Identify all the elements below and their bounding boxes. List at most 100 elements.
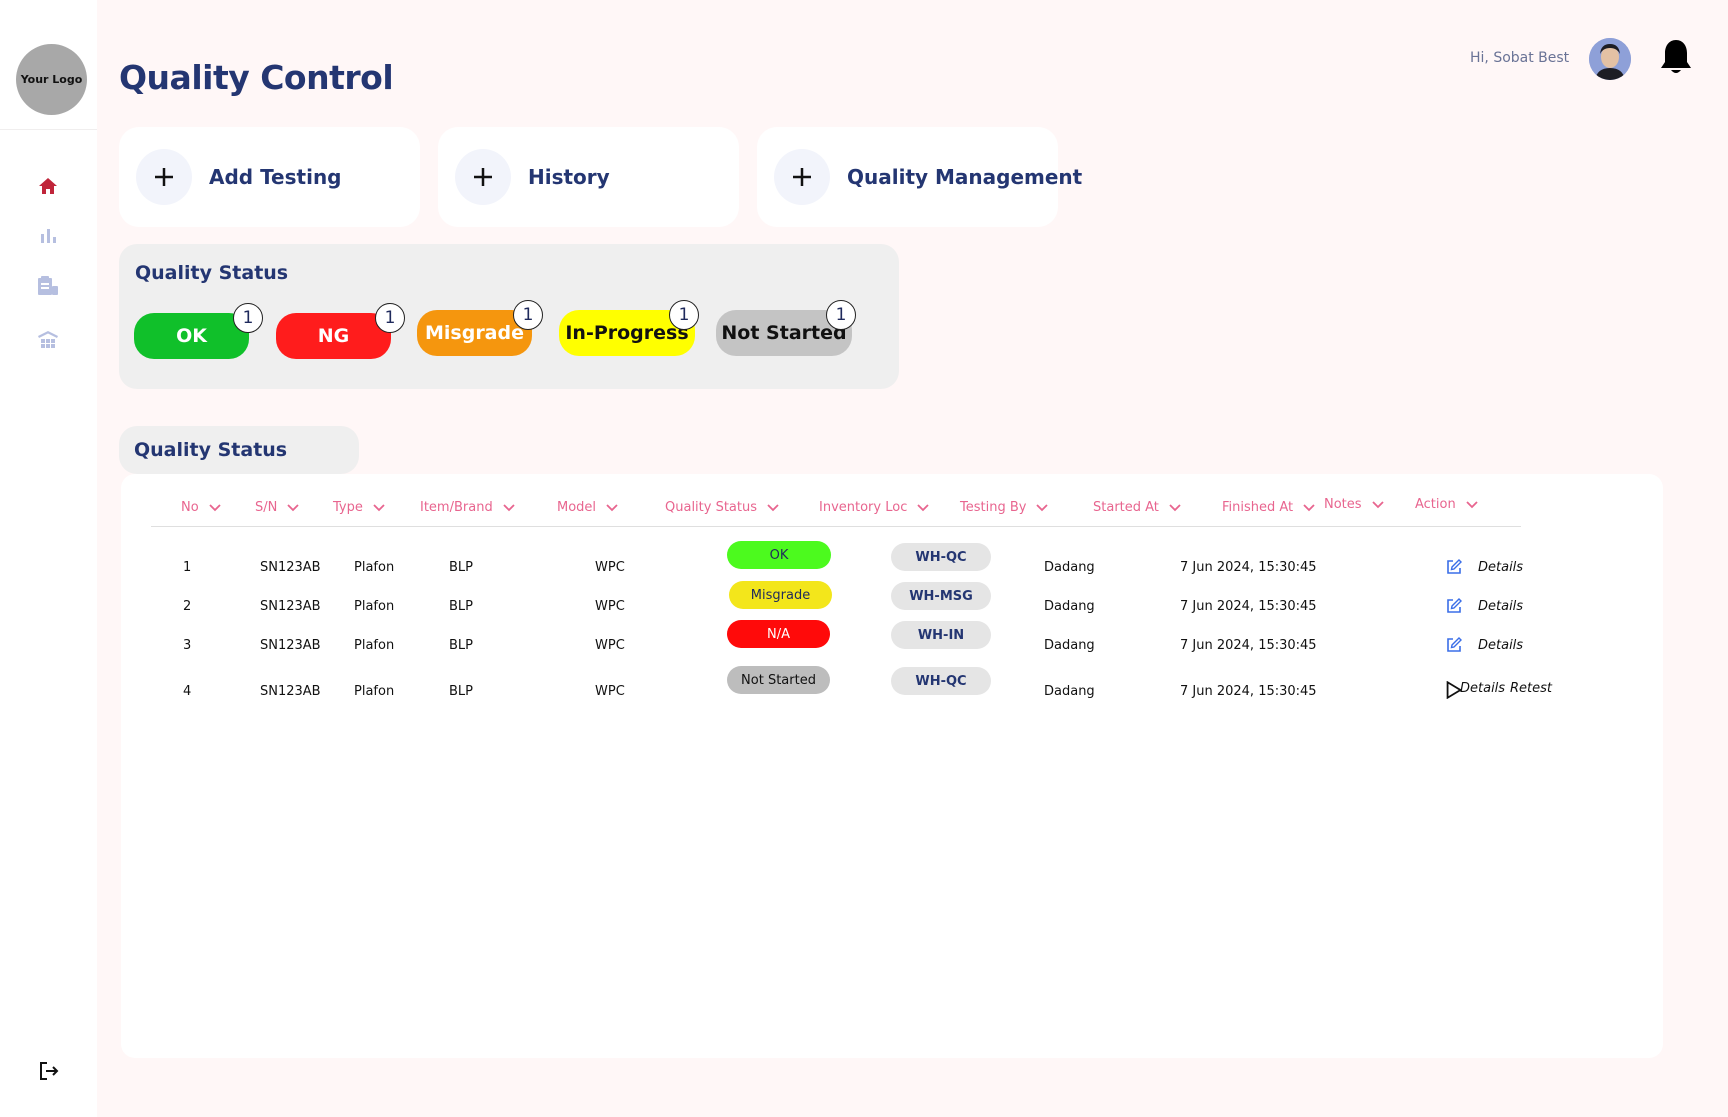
status-badge: Misgrade <box>729 581 832 609</box>
status-badge: N/A <box>727 620 830 648</box>
chevron-down-icon <box>1371 500 1384 508</box>
cell-started-at: 7 Jun 2024, 15:30:45 <box>1180 684 1317 699</box>
column-header-inventory-loc[interactable]: Inventory Loc <box>819 500 929 515</box>
add-testing-label: Add Testing <box>209 165 342 189</box>
inventory-loc-badge: WH-QC <box>891 543 991 571</box>
details-link[interactable]: Details <box>1478 599 1523 614</box>
user-greeting: Hi, Sobat Best <box>1470 50 1570 66</box>
retest-link[interactable]: Retest <box>1510 681 1552 696</box>
panel-title: Quality Status <box>135 262 289 284</box>
cell-type: Plafon <box>354 638 395 653</box>
cell-sn: SN123AB <box>260 560 321 575</box>
edit-icon[interactable] <box>1445 558 1463 576</box>
details-link[interactable]: Details <box>1478 638 1523 653</box>
cell-type: Plafon <box>354 560 395 575</box>
cell-tester: Dadang <box>1044 560 1095 575</box>
sidebar: Your Logo <box>0 0 97 1117</box>
edit-icon[interactable] <box>1445 636 1463 654</box>
plus-icon <box>136 149 192 205</box>
column-label: S/N <box>255 500 278 515</box>
column-header-notes[interactable]: Notes <box>1324 497 1384 512</box>
report-icon[interactable] <box>36 274 60 298</box>
quality-management-label: Quality Management <box>847 165 1083 189</box>
inventory-loc-badge: WH-IN <box>891 621 991 649</box>
chevron-down-icon <box>606 503 618 511</box>
bar-chart-icon[interactable] <box>36 223 60 247</box>
chevron-down-icon <box>503 503 515 511</box>
logout-icon[interactable] <box>38 1060 62 1084</box>
cell-no: 3 <box>183 638 192 653</box>
column-header-model[interactable]: Model <box>557 500 618 515</box>
cell-tester: Dadang <box>1044 638 1095 653</box>
cell-type: Plafon <box>354 684 395 699</box>
inventory-loc-badge: WH-QC <box>891 667 991 695</box>
cell-no: 1 <box>183 560 192 575</box>
avatar[interactable] <box>1589 38 1631 80</box>
column-header-no[interactable]: No <box>181 500 221 515</box>
column-header-item-brand[interactable]: Item/Brand <box>420 500 515 515</box>
column-header-started-at[interactable]: Started At <box>1093 500 1181 515</box>
home-icon[interactable] <box>36 174 60 198</box>
column-header-testing-by[interactable]: Testing By <box>960 500 1049 515</box>
notification-bell-icon[interactable] <box>1658 38 1694 76</box>
quality-table: No S/N Type Item/Brand Model Quality Status In… <box>121 474 1663 1058</box>
page-title: Quality Control <box>119 58 394 97</box>
cell-tester: Dadang <box>1044 684 1095 699</box>
column-label: Item/Brand <box>420 500 493 515</box>
warehouse-icon[interactable] <box>36 328 60 352</box>
status-badge: Not Started <box>727 666 830 694</box>
add-testing-button[interactable]: Add Testing <box>119 127 420 227</box>
column-label: No <box>181 500 199 515</box>
column-header-s-n[interactable]: S/N <box>255 500 299 515</box>
cell-brand: BLP <box>449 638 474 653</box>
table-tab-quality-status[interactable]: Quality Status <box>119 426 359 474</box>
plus-icon <box>455 149 511 205</box>
cell-started-at: 7 Jun 2024, 15:30:45 <box>1180 560 1317 575</box>
column-header-finished-at[interactable]: Finished At <box>1222 500 1315 515</box>
logo: Your Logo <box>16 44 87 115</box>
chevron-down-icon <box>767 503 779 511</box>
chevron-down-icon <box>373 503 385 511</box>
column-label: Model <box>557 500 597 515</box>
count-badge: 1 <box>826 300 856 330</box>
count-badge: 1 <box>513 300 543 330</box>
pill-label: In-Progress <box>565 322 689 344</box>
cell-brand: BLP <box>449 599 474 614</box>
cell-sn: SN123AB <box>260 599 321 614</box>
chevron-down-icon <box>287 503 299 511</box>
pill-label: NG <box>317 325 350 347</box>
chevron-down-icon <box>1466 500 1478 508</box>
history-button[interactable]: History <box>438 127 739 227</box>
cell-sn: SN123AB <box>260 684 321 699</box>
cell-no: 4 <box>183 684 192 699</box>
pill-label: Not Started <box>721 322 847 344</box>
count-badge: 1 <box>669 300 699 330</box>
count-badge: 1 <box>233 303 263 333</box>
history-label: History <box>528 165 610 189</box>
column-header-action[interactable]: Action <box>1415 497 1478 512</box>
column-label: Finished At <box>1222 500 1294 515</box>
sidebar-divider <box>0 129 97 130</box>
quality-management-button[interactable]: Quality Management <box>757 127 1082 227</box>
column-header-quality-status[interactable]: Quality Status <box>665 500 779 515</box>
chevron-down-icon <box>209 503 221 511</box>
inventory-loc-badge: WH-MSG <box>891 582 991 610</box>
status-badge: OK <box>727 541 831 569</box>
edit-icon[interactable] <box>1445 597 1463 615</box>
column-label: Inventory Loc <box>819 500 908 515</box>
column-header-type[interactable]: Type <box>333 500 385 515</box>
status-pill-ok[interactable]: OK <box>134 313 249 359</box>
details-link[interactable]: Details <box>1478 560 1523 575</box>
cell-brand: BLP <box>449 560 474 575</box>
status-pill-ng[interactable]: NG <box>276 313 391 359</box>
pill-label: OK <box>176 325 207 347</box>
cell-sn: SN123AB <box>260 638 321 653</box>
quality-status-panel: Quality Status OK 1 NG 1 Misgrade 1 In-P… <box>119 244 899 389</box>
cell-model: WPC <box>595 560 625 575</box>
chevron-down-icon <box>917 503 929 511</box>
count-badge: 1 <box>375 303 405 333</box>
cell-type: Plafon <box>354 599 395 614</box>
details-link[interactable]: Details <box>1460 681 1505 696</box>
column-label: Notes <box>1324 497 1362 512</box>
pill-label: Misgrade <box>424 322 524 344</box>
